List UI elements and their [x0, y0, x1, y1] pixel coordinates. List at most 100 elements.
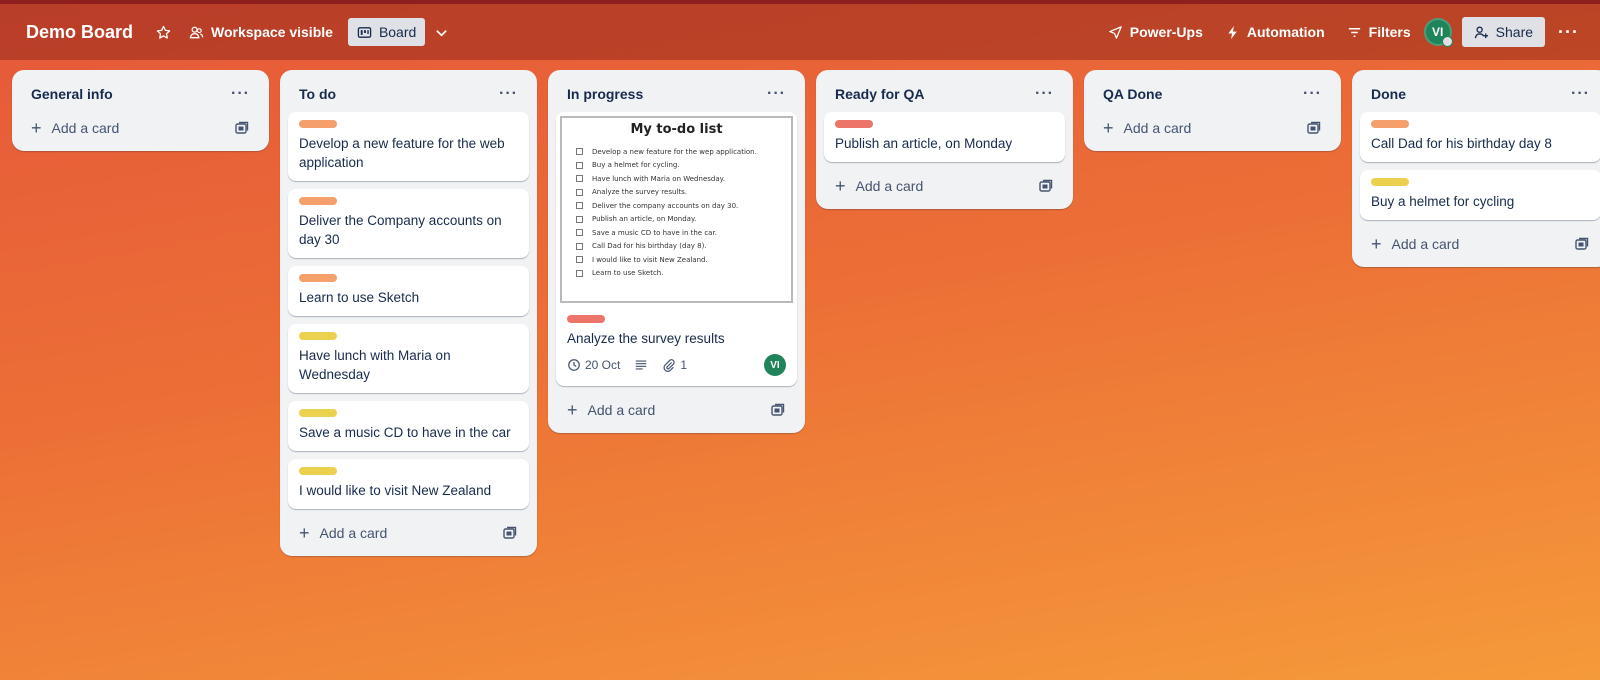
- card-label: [567, 315, 605, 323]
- list-actions-icon[interactable]: ···: [1303, 85, 1322, 103]
- member-avatar[interactable]: VI: [1423, 18, 1453, 47]
- add-card-button[interactable]: + Add a card: [288, 517, 529, 550]
- chevron-down-icon: [436, 29, 448, 37]
- cover-todo-item: Have lunch with Maria on Wednesday.: [576, 172, 777, 186]
- plus-icon: +: [567, 400, 578, 420]
- list-header[interactable]: Done ···: [1360, 78, 1600, 112]
- people-icon: [189, 26, 204, 38]
- card[interactable]: Publish an article, on Monday: [824, 112, 1065, 162]
- visibility-button[interactable]: Workspace visible: [180, 18, 342, 46]
- card[interactable]: Learn to use Sketch: [288, 266, 529, 316]
- list[interactable]: QA Done ··· + Add a card: [1084, 70, 1341, 151]
- checkbox-icon: [576, 269, 583, 277]
- add-card-button[interactable]: + Add a card: [824, 170, 1065, 203]
- card[interactable]: Save a music CD to have in the car: [288, 401, 529, 451]
- more-menu-button[interactable]: ···: [1549, 16, 1588, 49]
- card-label: [1371, 178, 1409, 186]
- card[interactable]: Develop a new feature for the web applic…: [288, 112, 529, 181]
- list-title[interactable]: To do: [299, 86, 336, 102]
- list-header[interactable]: In progress ···: [556, 78, 797, 112]
- card-template-icon[interactable]: [770, 402, 786, 418]
- card-label: [1371, 120, 1409, 128]
- list[interactable]: Ready for QA ··· Publish an article, on Mo…: [816, 70, 1073, 209]
- board-header: Demo Board Workspace visible Board Power…: [0, 4, 1600, 60]
- cover-todo-item: Learn to use Sketch.: [576, 267, 777, 281]
- list-actions-icon[interactable]: ···: [499, 85, 518, 103]
- list-title[interactable]: General info: [31, 86, 113, 102]
- plus-icon: +: [835, 176, 846, 196]
- due-date-badge[interactable]: 20 Oct: [567, 358, 620, 372]
- card-template-icon[interactable]: [1574, 236, 1590, 252]
- board-title[interactable]: Demo Board: [26, 16, 133, 49]
- card-template-icon[interactable]: [234, 120, 250, 136]
- list[interactable]: In progress ··· My to-do list Develop a new…: [548, 70, 805, 433]
- star-icon: [156, 25, 171, 39]
- board-icon: [357, 26, 372, 38]
- checkbox-icon: [576, 188, 583, 196]
- add-card-button[interactable]: + Add a card: [1360, 228, 1600, 261]
- checkbox-icon: [576, 242, 583, 250]
- cover-todo-text: Publish an article, on Monday.: [592, 215, 697, 224]
- add-card-label: Add a card: [51, 120, 120, 136]
- attachment-count: 1: [680, 358, 688, 372]
- card-template-icon[interactable]: [502, 525, 518, 541]
- card-template-icon[interactable]: [1038, 178, 1054, 194]
- checkbox-icon: [576, 229, 583, 237]
- card-template-icon[interactable]: [1306, 120, 1322, 136]
- list-actions-icon[interactable]: ···: [231, 85, 250, 103]
- description-icon: [636, 360, 647, 370]
- card-title: I would like to visit New Zealand: [299, 483, 492, 498]
- list[interactable]: Done ··· Call Dad for his birthday day 8 Bu…: [1352, 70, 1600, 267]
- checkbox-icon: [576, 148, 583, 156]
- checkbox-icon: [576, 215, 583, 223]
- list-title[interactable]: QA Done: [1103, 86, 1162, 102]
- filters-button[interactable]: Filters: [1338, 18, 1420, 46]
- list[interactable]: General info ··· + Add a card: [12, 70, 269, 151]
- list-actions-icon[interactable]: ···: [1571, 85, 1590, 103]
- card[interactable]: I would like to visit New Zealand: [288, 459, 529, 509]
- lightning-icon: [1228, 25, 1237, 39]
- power-ups-button[interactable]: Power-Ups: [1099, 18, 1212, 46]
- board-lists: General info ··· + Add a card To do ··· Develo…: [12, 70, 1600, 556]
- share-button[interactable]: Share: [1461, 17, 1546, 47]
- card[interactable]: Call Dad for his birthday day 8: [1360, 112, 1600, 162]
- filters-label: Filters: [1368, 24, 1411, 40]
- list-title[interactable]: In progress: [567, 86, 643, 102]
- list-title[interactable]: Done: [1371, 86, 1406, 102]
- plus-icon: +: [31, 118, 42, 138]
- card-member-avatar[interactable]: VI: [764, 354, 786, 376]
- view-switcher-button[interactable]: [425, 19, 458, 46]
- automation-button[interactable]: Automation: [1216, 18, 1334, 46]
- list-title[interactable]: Ready for QA: [835, 86, 924, 102]
- cover-todo-text: Call Dad for his birthday (day 8).: [592, 242, 707, 251]
- card-title: Call Dad for his birthday day 8: [1371, 136, 1552, 151]
- card-label: [299, 197, 337, 205]
- attachment-icon: [663, 359, 676, 372]
- list-actions-icon[interactable]: ···: [767, 85, 786, 103]
- star-button[interactable]: [147, 19, 180, 46]
- add-card-button[interactable]: + Add a card: [556, 394, 797, 427]
- cover-todo-item: Call Dad for his birthday (day 8).: [576, 240, 777, 254]
- card[interactable]: My to-do list Develop a new feature for t…: [556, 112, 797, 386]
- add-card-button[interactable]: + Add a card: [1092, 112, 1333, 145]
- card[interactable]: Deliver the Company accounts on day 30: [288, 189, 529, 258]
- list-header[interactable]: General info ···: [20, 78, 261, 112]
- add-card-label: Add a card: [855, 178, 924, 194]
- checkbox-icon: [576, 175, 583, 183]
- plus-icon: +: [299, 523, 310, 543]
- list[interactable]: To do ··· Develop a new feature for the we…: [280, 70, 537, 556]
- cover-todo-item: Develop a new feature for the wep applic…: [576, 145, 777, 159]
- list-header[interactable]: Ready for QA ···: [824, 78, 1065, 112]
- card-title: Learn to use Sketch: [299, 290, 420, 305]
- list-actions-icon[interactable]: ···: [1035, 85, 1054, 103]
- add-card-button[interactable]: + Add a card: [20, 112, 261, 145]
- attachments-badge: 1: [662, 358, 687, 372]
- card[interactable]: Buy a helmet for cycling: [1360, 170, 1600, 220]
- cover-todo-text: Have lunch with Maria on Wednesday.: [592, 174, 725, 183]
- add-card-label: Add a card: [319, 525, 388, 541]
- list-header[interactable]: To do ···: [288, 78, 529, 112]
- card[interactable]: Have lunch with Maria on Wednesday: [288, 324, 529, 393]
- list-header[interactable]: QA Done ···: [1092, 78, 1333, 112]
- board-view-button[interactable]: Board: [347, 18, 426, 46]
- header-actions: Power-Ups Automation Filters VI Share ··…: [1099, 16, 1600, 49]
